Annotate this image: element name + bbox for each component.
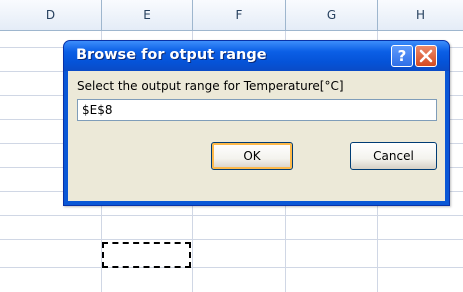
grid-line	[0, 239, 463, 240]
range-prompt-label: Select the output range for Temperature[…	[77, 79, 344, 93]
column-header-f[interactable]: F	[193, 0, 286, 30]
column-header-row: D E F G H	[0, 0, 463, 31]
selected-cell-marquee[interactable]	[102, 242, 191, 268]
dialog-titlebar[interactable]: Browse for otput range ?	[64, 41, 449, 71]
dialog-body: Select the output range for Temperature[…	[68, 71, 445, 201]
output-range-input[interactable]: $E$8	[77, 99, 437, 121]
cancel-button[interactable]: Cancel	[350, 142, 437, 170]
column-header-d[interactable]: D	[0, 0, 102, 30]
column-header-h[interactable]: H	[378, 0, 463, 30]
dialog-title: Browse for otput range	[76, 47, 267, 63]
column-header-g[interactable]: G	[286, 0, 378, 30]
close-icon	[419, 49, 433, 63]
ok-button[interactable]: OK	[211, 142, 293, 170]
help-icon: ?	[397, 47, 407, 65]
browse-output-range-dialog: Browse for otput range ? Select the outp…	[63, 40, 450, 206]
column-header-e[interactable]: E	[102, 0, 193, 30]
help-button[interactable]: ?	[391, 45, 413, 67]
grid-line	[0, 215, 463, 216]
close-button[interactable]	[415, 45, 437, 67]
grid-line	[0, 267, 463, 268]
